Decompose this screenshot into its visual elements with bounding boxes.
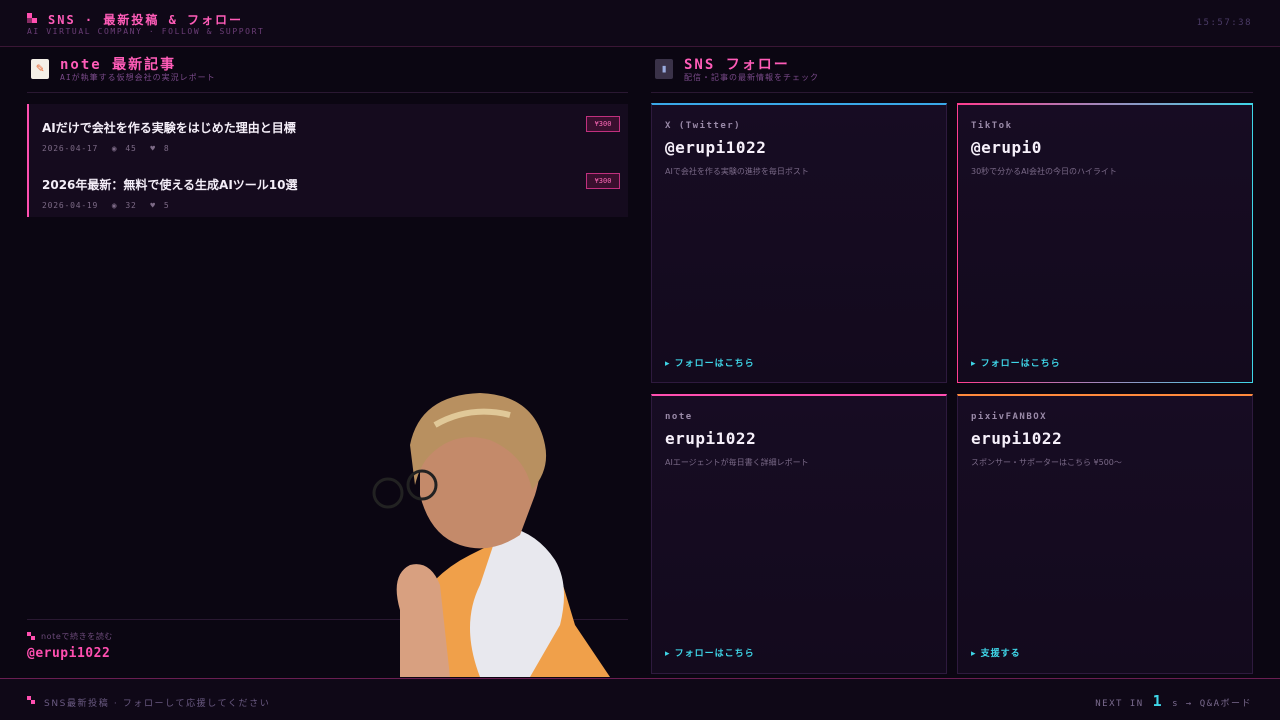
- sns-section-subtitle: 配信・記事の最新情報をチェック: [684, 73, 819, 82]
- sns-section-title: SNS フォロー: [684, 57, 790, 73]
- footer-text: SNS最新投稿 · フォローして応援してください: [44, 699, 271, 709]
- next-suffix: s → Q&Aボード: [1172, 699, 1252, 709]
- left-divider: [27, 92, 628, 93]
- next-seconds: 1: [1152, 692, 1164, 710]
- follow-link[interactable]: ▸ フォローはこちら: [665, 646, 755, 659]
- bottom-bar: SNS最新投稿 · フォローして応援してください NEXT IN 1 s → Q…: [0, 678, 1280, 720]
- memo-icon: ✎: [31, 59, 49, 79]
- article-date: 2026-04-17: [42, 144, 99, 153]
- phone-icon: ▮: [655, 59, 673, 79]
- list-item[interactable]: 2026年最新：無料で使える生成AIツール10選 2026-04-19 ◉ 32 …: [42, 166, 620, 216]
- article-date: 2026-04-19: [42, 201, 99, 210]
- note-cta-label: noteで続きを読む: [41, 632, 114, 641]
- article-likes: 5: [163, 201, 170, 210]
- article-likes: 8: [163, 144, 170, 153]
- sns-card-x[interactable]: X (Twitter) @erupi1022 AIで会社を作る実験の進捗を毎日ポ…: [651, 103, 947, 383]
- card-description: スポンサー・サポーターはこちら ¥500〜: [971, 458, 1122, 467]
- next-countdown: NEXT IN 1 s → Q&Aボード: [1095, 692, 1252, 710]
- right-divider: [651, 92, 1253, 93]
- note-section-subtitle: AIが執筆する仮想会社の実況レポート: [60, 73, 216, 82]
- clock: 15:57:38: [1196, 18, 1252, 28]
- article-views: 45: [125, 144, 137, 153]
- next-prefix: NEXT IN: [1095, 699, 1144, 709]
- article-title: 2026年最新：無料で使える生成AIツール10選: [42, 178, 298, 192]
- eye-icon: ◉: [111, 201, 118, 210]
- top-bar: SNS · 最新投稿 & フォロー AI VIRTUAL COMPANY · F…: [0, 0, 1280, 47]
- card-platform: pixivFANBOX: [971, 412, 1048, 422]
- card-description: 30秒で分かるAI会社の今日のハイライト: [971, 167, 1117, 176]
- article-list: AIだけで会社を作る実験をはじめた理由と目標 2026-04-17 ◉ 45 ♥ 8…: [27, 104, 628, 217]
- streamer-avatar: [372, 393, 610, 677]
- card-description: AIエージェントが毎日書く詳細レポート: [665, 458, 809, 467]
- article-views: 32: [125, 201, 137, 210]
- note-cta-handle[interactable]: @erupi1022: [27, 646, 110, 661]
- card-platform: note: [665, 412, 693, 422]
- article-meta: 2026-04-17 ◉ 45 ♥ 8: [42, 144, 178, 153]
- card-handle: erupi1022: [971, 429, 1063, 448]
- support-link[interactable]: ▸ 支援する: [971, 646, 1021, 659]
- sns-card-tiktok[interactable]: TikTok @erupi0 30秒で分かるAI会社の今日のハイライト ▸ フォ…: [957, 103, 1253, 383]
- follow-link[interactable]: ▸ フォローはこちら: [971, 356, 1061, 369]
- page-subtitle: AI VIRTUAL COMPANY · FOLLOW & SUPPORT: [27, 27, 265, 36]
- sns-card-note[interactable]: note erupi1022 AIエージェントが毎日書く詳細レポート ▸ フォロ…: [651, 394, 947, 674]
- card-handle: erupi1022: [665, 429, 757, 448]
- list-item[interactable]: AIだけで会社を作る実験をはじめた理由と目標 2026-04-17 ◉ 45 ♥ 8…: [42, 109, 620, 159]
- card-platform: TikTok: [971, 121, 1013, 131]
- article-meta: 2026-04-19 ◉ 32 ♥ 5: [42, 201, 178, 210]
- card-handle: @erupi0: [971, 138, 1042, 157]
- card-handle: @erupi1022: [665, 138, 767, 157]
- article-title: AIだけで会社を作る実験をはじめた理由と目標: [42, 121, 296, 135]
- card-platform: X (Twitter): [665, 121, 742, 131]
- note-section-title: note 最新記事: [60, 57, 177, 73]
- heart-icon: ♥: [150, 144, 156, 153]
- follow-link[interactable]: ▸ フォローはこちら: [665, 356, 755, 369]
- eye-icon: ◉: [111, 144, 118, 153]
- page-title: SNS · 最新投稿 & フォロー: [48, 13, 244, 27]
- sns-card-fanbox[interactable]: pixivFANBOX erupi1022 スポンサー・サポーターはこちら ¥5…: [957, 394, 1253, 674]
- card-description: AIで会社を作る実験の進捗を毎日ポスト: [665, 167, 809, 176]
- heart-icon: ♥: [150, 201, 156, 210]
- price-badge: ¥300: [586, 116, 620, 132]
- price-badge: ¥300: [586, 173, 620, 189]
